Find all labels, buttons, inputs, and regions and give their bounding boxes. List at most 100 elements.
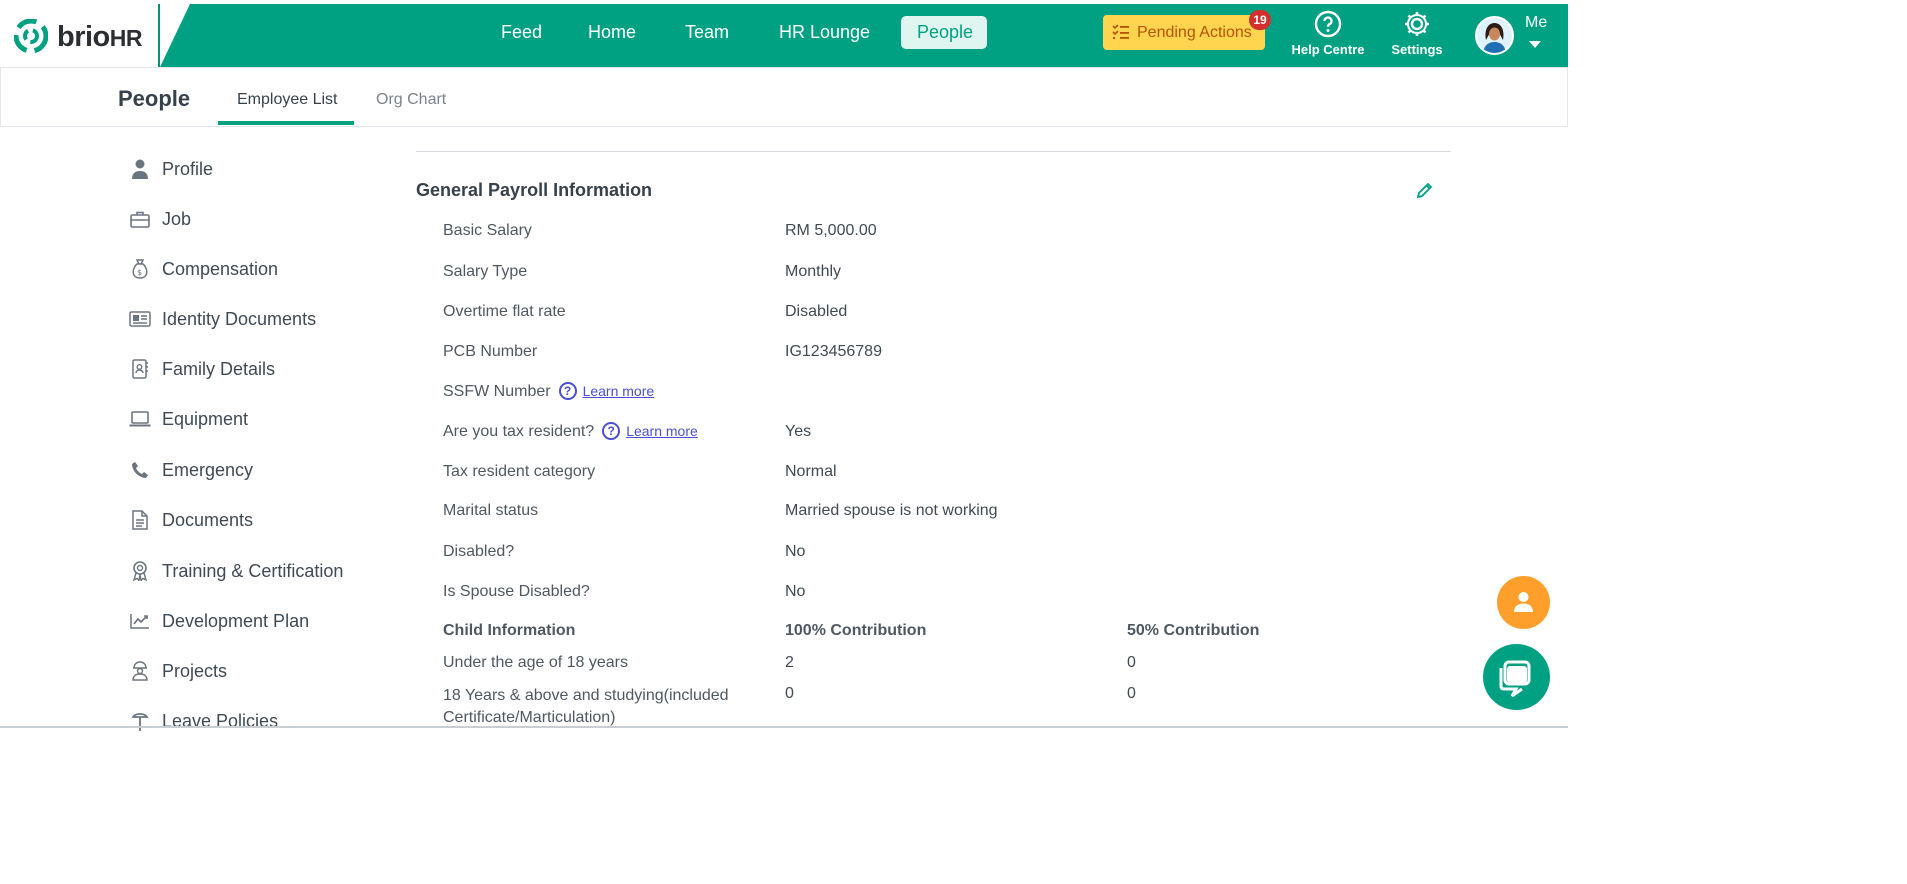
logo-area[interactable]: brioHR [0, 4, 190, 67]
sidebar-item-label: Identity Documents [162, 308, 317, 329]
nav-hr-lounge[interactable]: HR Lounge [763, 16, 886, 49]
sidebar-item-development-plan[interactable]: Development Plan [128, 606, 309, 636]
table-row-label: 18 Years & above and studying(included C… [443, 685, 729, 729]
table-cell: 2 [785, 654, 794, 671]
tab-employee-list[interactable]: Employee List [237, 91, 338, 109]
laptop-icon [128, 407, 152, 431]
table-header: 100% Contribution [785, 622, 927, 639]
field-label-ssfw: SSFW Number? Learn more [443, 382, 655, 401]
nav-team[interactable]: Team [669, 16, 745, 49]
sidebar-item-label: Projects [162, 660, 228, 681]
field-value: No [785, 543, 806, 560]
learn-more-link[interactable]: Learn more [583, 383, 655, 399]
contacts-icon [128, 357, 152, 381]
sidebar-item-compensation[interactable]: $ Compensation [128, 254, 278, 284]
settings-label: Settings [1391, 42, 1443, 57]
table-row-label: Under the age of 18 years [443, 654, 629, 671]
sidebar-item-label: Documents [162, 509, 254, 530]
table-cell: 0 [785, 685, 794, 702]
document-icon [128, 508, 152, 532]
sidebar-item-label: Training & Certification [162, 560, 344, 581]
sidebar-item-identity-documents[interactable]: Identity Documents [128, 304, 316, 334]
question-circle-icon[interactable]: ? [558, 382, 577, 400]
help-centre-button[interactable]: Help Centre [1291, 10, 1365, 57]
briefcase-icon [128, 207, 152, 231]
me-label[interactable]: Me [1525, 14, 1547, 32]
chat-button[interactable] [1483, 644, 1550, 710]
gear-icon [1405, 12, 1429, 36]
field-value: Normal [785, 463, 837, 480]
sidebar-item-label: Leave Policies [162, 710, 279, 731]
nav-home[interactable]: Home [572, 16, 652, 49]
tab-org-chart[interactable]: Org Chart [376, 91, 446, 109]
field-label-text: Are you tax resident? [443, 423, 595, 441]
sidebar-item-training-certification[interactable]: Training & Certification [128, 556, 343, 586]
field-label: Disabled? [443, 543, 515, 560]
sidebar-item-label: Profile [162, 158, 214, 179]
nav-people[interactable]: People [901, 16, 987, 49]
pending-actions-label: Pending Actions [1137, 24, 1252, 41]
field-label: Tax resident category [443, 463, 596, 480]
floating-profile-button[interactable] [1497, 576, 1550, 629]
page-subheader [0, 67, 1568, 127]
field-label: Is Spouse Disabled? [443, 583, 590, 600]
brio-logo-icon [14, 19, 48, 53]
sidebar-item-documents[interactable]: Documents [128, 505, 253, 535]
settings-button[interactable]: Settings [1388, 10, 1446, 57]
field-value: No [785, 583, 806, 600]
table-header: 50% Contribution [1127, 622, 1260, 639]
person-icon [1514, 592, 1533, 612]
edit-pencil-icon[interactable] [1415, 180, 1435, 200]
field-label: Basic Salary [443, 222, 532, 239]
field-value: RM 5,000.00 [785, 222, 877, 239]
field-value: Married spouse is not working [785, 502, 998, 519]
field-label: Marital status [443, 502, 539, 519]
sidebar-item-label: Family Details [162, 358, 276, 379]
field-label: Salary Type [443, 263, 528, 280]
svg-text:$: $ [137, 268, 142, 277]
sidebar-item-label: Development Plan [162, 610, 310, 631]
id-card-icon [128, 307, 152, 331]
section-title: General Payroll Information [416, 180, 653, 200]
field-value: Yes [785, 423, 812, 440]
question-circle-icon [1314, 10, 1342, 38]
help-centre-label: Help Centre [1291, 42, 1365, 57]
table-cell: 0 [1127, 685, 1136, 702]
sidebar-item-equipment[interactable]: Equipment [128, 404, 248, 434]
page-title: People [118, 86, 191, 111]
learn-more-link[interactable]: Learn more [626, 423, 698, 439]
chevron-down-icon[interactable] [1529, 41, 1541, 48]
field-label-text: SSFW Number [443, 383, 551, 401]
beach-icon [128, 709, 152, 733]
chat-bubble-icon [1499, 660, 1531, 698]
brand-name: brioHR [57, 21, 143, 53]
checklist-icon [1112, 24, 1129, 39]
table-cell: 0 [1127, 654, 1136, 671]
sidebar-item-label: Emergency [162, 459, 254, 480]
pending-actions-button[interactable]: Pending Actions [1103, 15, 1265, 50]
logo-divider [158, 4, 160, 67]
sidebar-item-emergency[interactable]: Emergency [128, 455, 253, 485]
user-avatar-icon [1477, 18, 1512, 53]
field-value: IG123456789 [785, 343, 882, 360]
sidebar-item-label: Job [162, 208, 192, 229]
window-bottom-border [0, 726, 1568, 728]
sidebar-item-family-details[interactable]: Family Details [128, 354, 275, 384]
table-row-label-line: 18 Years & above and studying(included [443, 687, 729, 704]
pending-actions-count-badge: 19 [1249, 10, 1271, 30]
award-icon [128, 559, 152, 583]
sidebar-item-profile[interactable]: Profile [128, 154, 213, 184]
field-value: Monthly [785, 263, 842, 280]
person-icon [128, 157, 152, 181]
money-bag-icon: $ [128, 257, 152, 281]
sidebar-item-label: Equipment [162, 408, 249, 429]
sidebar-item-leave-policies[interactable]: Leave Policies [128, 706, 278, 736]
sidebar-item-projects[interactable]: Projects [128, 656, 227, 686]
field-label-tax-resident: Are you tax resident?? Learn more [443, 422, 698, 441]
sidebar-item-job[interactable]: Job [128, 204, 191, 234]
nav-feed[interactable]: Feed [485, 16, 558, 49]
question-circle-icon[interactable]: ? [602, 422, 621, 440]
field-label: PCB Number [443, 343, 538, 360]
table-header: Child Information [443, 622, 576, 639]
user-avatar[interactable] [1475, 16, 1514, 55]
